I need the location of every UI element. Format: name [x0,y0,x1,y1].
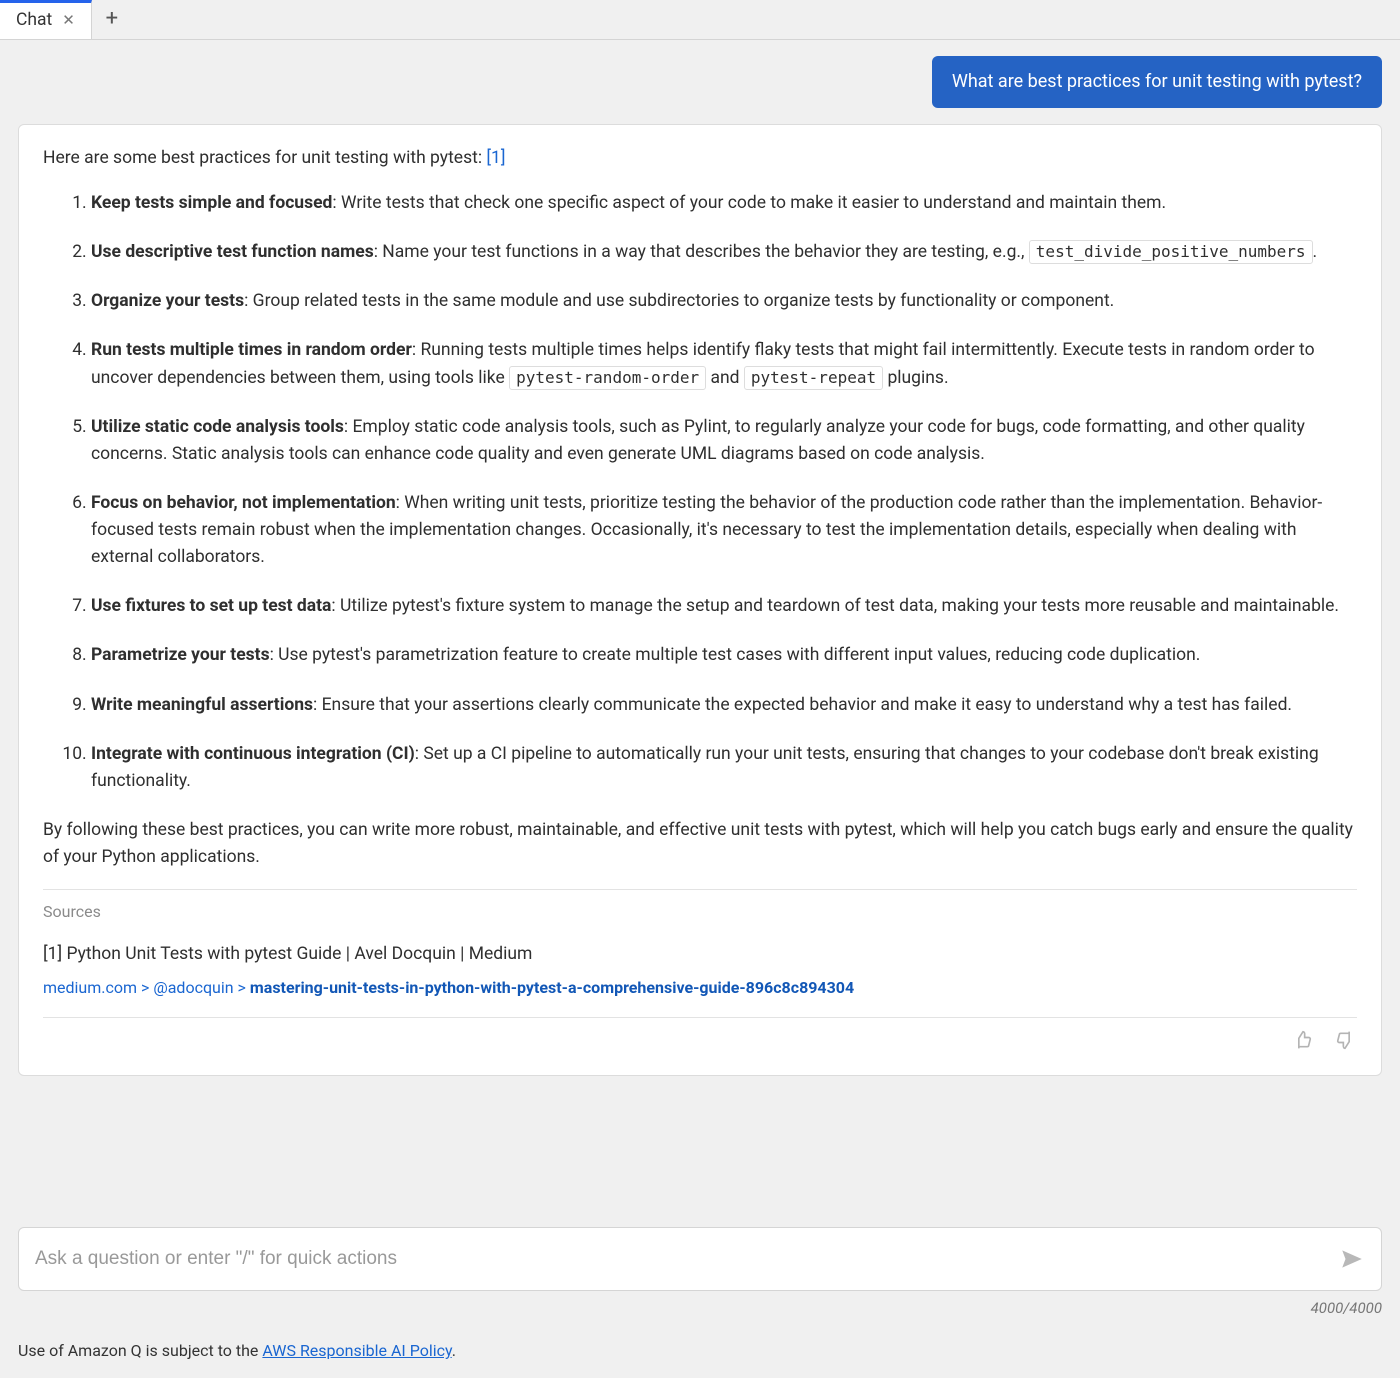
breadcrumb-domain: medium.com [43,978,137,997]
assistant-intro-text: Here are some best practices for unit te… [43,148,486,168]
list-item: Use fixtures to set up test data: Utiliz… [91,593,1357,620]
breadcrumb-slug: mastering-unit-tests-in-python-with-pyte… [250,978,854,997]
footer-suffix: . [452,1341,456,1360]
close-icon[interactable]: ✕ [62,9,75,32]
user-message-bubble: What are best practices for unit testing… [932,56,1382,108]
chat-window: Chat ✕ + What are best practices for uni… [0,0,1400,1378]
item-text: : Use pytest's parametrization feature t… [270,645,1201,665]
item-bold: Utilize static code analysis tools [91,417,344,437]
sources-label: Sources [43,900,1357,925]
breadcrumb-sep: > [137,978,153,997]
item-mid: and [706,368,744,388]
input-box[interactable] [18,1227,1382,1291]
footer-policy-link[interactable]: AWS Responsible AI Policy [262,1341,451,1360]
item-bold: Parametrize your tests [91,645,270,665]
citation-link[interactable]: [1] [486,148,505,168]
tab-chat[interactable]: Chat ✕ [0,0,92,39]
list-item: Use descriptive test function names: Nam… [91,239,1357,266]
list-item: Write meaningful assertions: Ensure that… [91,692,1357,719]
item-bold: Organize your tests [91,291,244,311]
thumbs-up-icon[interactable] [1293,1030,1313,1059]
item-bold: Keep tests simple and focused [91,193,332,213]
source-title: [1] Python Unit Tests with pytest Guide … [43,941,1357,968]
send-icon[interactable] [1339,1246,1365,1272]
input-area: 4000/4000 [18,1227,1382,1320]
inline-code: test_divide_positive_numbers [1029,240,1313,264]
list-item: Keep tests simple and focused: Write tes… [91,190,1357,217]
inline-code: pytest-random-order [509,366,706,390]
item-bold: Use fixtures to set up test data [91,596,331,616]
new-tab-button[interactable]: + [92,0,132,39]
thumbs-down-icon[interactable] [1335,1030,1355,1059]
item-text: : Group related tests in the same module… [244,291,1114,311]
list-item: Focus on behavior, not implementation: W… [91,490,1357,571]
source-breadcrumb[interactable]: medium.com > @adocquin > mastering-unit-… [43,976,1357,1001]
divider [43,1017,1357,1018]
best-practices-list: Keep tests simple and focused: Write tes… [43,190,1357,795]
list-item: Organize your tests: Group related tests… [91,288,1357,315]
list-item: Run tests multiple times in random order… [91,337,1357,391]
item-tail: . [1313,242,1318,262]
footer-disclaimer: Use of Amazon Q is subject to the AWS Re… [18,1339,456,1364]
item-bold: Integrate with continuous integration (C… [91,744,415,764]
messages-area: What are best practices for unit testing… [0,40,1400,1076]
divider [43,889,1357,890]
list-item: Utilize static code analysis tools: Empl… [91,414,1357,468]
breadcrumb-user: @adocquin [153,978,233,997]
item-bold: Focus on behavior, not implementation [91,493,396,513]
list-item: Integrate with continuous integration (C… [91,741,1357,795]
user-message-row: What are best practices for unit testing… [18,56,1382,108]
item-text: : Name your test functions in a way that… [374,242,1029,262]
assistant-message-bubble: Here are some best practices for unit te… [18,124,1382,1076]
item-text: : Write tests that check one specific as… [332,193,1166,213]
tab-bar: Chat ✕ + [0,0,1400,40]
list-item: Parametrize your tests: Use pytest's par… [91,642,1357,669]
footer-prefix: Use of Amazon Q is subject to the [18,1341,262,1360]
item-tail: plugins. [883,368,948,388]
feedback-row [43,1026,1357,1061]
chat-input[interactable] [35,1248,1327,1270]
item-bold: Write meaningful assertions [91,695,313,715]
breadcrumb-sep: > [234,978,250,997]
char-counter: 4000/4000 [18,1297,1382,1320]
tab-label: Chat [16,7,52,34]
item-bold: Run tests multiple times in random order [91,340,412,360]
item-bold: Use descriptive test function names [91,242,374,262]
assistant-outro: By following these best practices, you c… [43,817,1357,871]
inline-code: pytest-repeat [744,366,883,390]
item-text: : Ensure that your assertions clearly co… [313,695,1292,715]
assistant-intro: Here are some best practices for unit te… [43,145,1357,172]
item-text: : Utilize pytest's fixture system to man… [331,596,1339,616]
